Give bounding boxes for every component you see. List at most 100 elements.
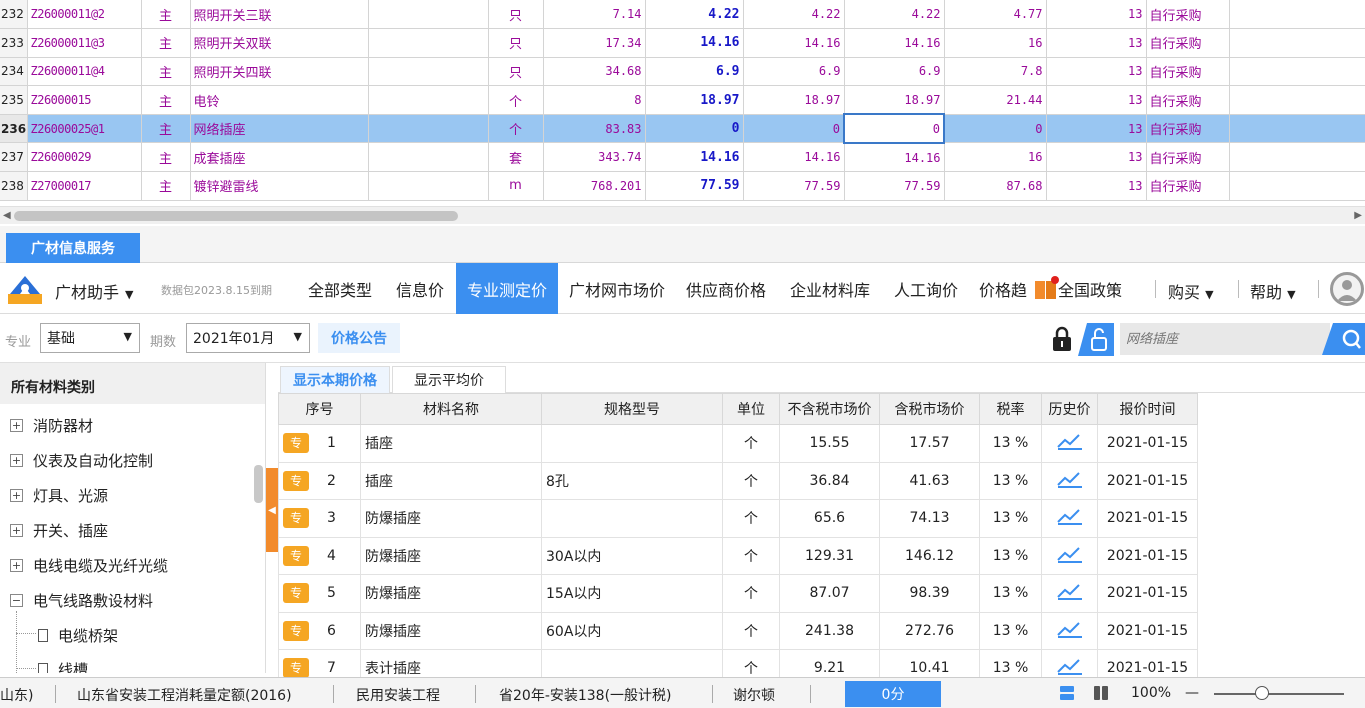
row-number[interactable]: 238: [0, 171, 28, 201]
price-row[interactable]: 专 3 防爆插座个 65.6 74.13 13 % 2021-01-15: [278, 499, 1198, 538]
grid-row[interactable]: 237 Z26000029 主成套插座套 343.74 14.16 14.16 14.16 1…: [0, 142, 1365, 173]
expand-icon[interactable]: +: [10, 489, 23, 502]
scroll-thumb[interactable]: [14, 211, 458, 221]
price-cell[interactable]: 14.16: [844, 142, 945, 173]
price-cell[interactable]: 14.16: [743, 28, 845, 58]
price-cell[interactable]: 14.16: [844, 28, 945, 58]
price-cell[interactable]: 18.97: [844, 85, 945, 115]
app-name-menu[interactable]: 广材助手 ▼: [55, 279, 133, 303]
history-chart-icon[interactable]: [1056, 470, 1083, 488]
price-cell[interactable]: 0: [645, 114, 744, 144]
horizontal-scrollbar[interactable]: ◀ ▶: [0, 206, 1365, 224]
history-cell[interactable]: [1041, 424, 1098, 463]
price-row[interactable]: 专 5 防爆插座 15A以内个 87.07 98.39 13 % 2021-01-15: [278, 574, 1198, 613]
zoom-slider-knob[interactable]: [1255, 686, 1269, 700]
major-select[interactable]: 基础 ▼: [40, 323, 140, 353]
grid-row[interactable]: 233 Z26000011@3 主照明开关双联只 17.34 14.16 14.16 14.…: [0, 28, 1365, 58]
column-header[interactable]: 序号: [278, 393, 361, 425]
category-item[interactable]: + 开关、插座: [10, 520, 108, 541]
column-header[interactable]: 税率: [979, 393, 1042, 425]
price-cell[interactable]: 4.22: [743, 0, 845, 30]
unit-cell[interactable]: 个: [488, 114, 544, 144]
row-number[interactable]: 233: [0, 28, 28, 58]
column-header[interactable]: 单位: [722, 393, 780, 425]
unit-cell[interactable]: m: [488, 171, 544, 201]
grid-row[interactable]: 236 Z26000025@1 主网络插座个 83.83 0 0 0 0 13 自行采购: [0, 113, 1365, 144]
tab-info-price[interactable]: 信息价: [385, 263, 455, 314]
row-number[interactable]: 232: [0, 0, 28, 30]
source-cell[interactable]: 自行采购: [1146, 142, 1230, 173]
category-leaf[interactable]: 线槽: [38, 659, 88, 673]
price-cell[interactable]: 6.9: [844, 57, 945, 87]
source-cell[interactable]: 自行采购: [1146, 171, 1230, 201]
price-cell[interactable]: 6.9: [645, 57, 744, 87]
price-cell[interactable]: 0: [743, 114, 845, 144]
material-name[interactable]: 成套插座: [190, 142, 369, 173]
collapse-icon[interactable]: −: [10, 594, 23, 607]
unit-cell[interactable]: 只: [488, 28, 544, 58]
history-cell[interactable]: [1041, 574, 1098, 613]
unlock-icon[interactable]: [1078, 323, 1114, 356]
search-input[interactable]: [1120, 323, 1330, 355]
tax-cell[interactable]: 13: [1046, 171, 1147, 201]
material-code[interactable]: Z26000011@4: [27, 57, 142, 87]
price-cell[interactable]: 4.77: [944, 0, 1047, 30]
material-code[interactable]: Z26000011@2: [27, 0, 142, 30]
category-item[interactable]: + 灯具、光源: [10, 485, 108, 506]
expand-icon[interactable]: +: [10, 454, 23, 467]
price-cell[interactable]: 14.16: [645, 142, 744, 173]
material-code[interactable]: Z26000011@3: [27, 28, 142, 58]
price-cell[interactable]: 18.97: [645, 85, 744, 115]
tab-national-policy[interactable]: 全国政策: [1058, 263, 1142, 314]
price-cell[interactable]: 87.68: [944, 171, 1047, 201]
category-item[interactable]: + 电线电缆及光纤光缆: [10, 555, 168, 576]
quantity-cell[interactable]: 343.74: [543, 142, 646, 173]
price-cell[interactable]: 77.59: [844, 171, 945, 201]
help-menu[interactable]: 帮助 ▼: [1250, 279, 1296, 303]
tab-professional-price[interactable]: 专业测定价: [456, 263, 558, 314]
buy-menu[interactable]: 购买 ▼: [1168, 279, 1214, 303]
column-header[interactable]: 材料名称: [360, 393, 542, 425]
price-cell[interactable]: 16: [944, 142, 1047, 173]
scroll-left-icon[interactable]: ◀: [3, 210, 11, 221]
panel-tab-guangcai[interactable]: 广材信息服务: [6, 233, 140, 263]
price-notice-button[interactable]: 价格公告: [318, 323, 400, 353]
material-type[interactable]: 主: [141, 142, 191, 173]
quantity-cell[interactable]: 7.14: [543, 0, 646, 30]
status-score[interactable]: 0分: [845, 681, 941, 707]
column-header[interactable]: 规格型号: [541, 393, 723, 425]
collapse-sidebar-button[interactable]: ◀: [266, 468, 278, 552]
price-cell[interactable]: 21.44: [944, 85, 1047, 115]
material-type[interactable]: 主: [141, 0, 191, 30]
price-cell[interactable]: 18.97: [743, 85, 845, 115]
row-number[interactable]: 237: [0, 142, 28, 173]
history-cell[interactable]: [1041, 499, 1098, 538]
tax-cell[interactable]: 13: [1046, 0, 1147, 30]
grid-row[interactable]: 234 Z26000011@4 主照明开关四联只 34.68 6.9 6.9 6.9 7.8 1…: [0, 57, 1365, 87]
tab-enterprise-library[interactable]: 企业材料库: [778, 263, 882, 314]
grid-row[interactable]: 232 Z26000011@2 主照明开关三联只 7.14 4.22 4.22 4.22 4.…: [0, 0, 1365, 30]
tax-cell[interactable]: 13: [1046, 114, 1147, 144]
material-code[interactable]: Z27000017: [27, 171, 142, 201]
material-type[interactable]: 主: [141, 114, 191, 144]
column-header[interactable]: 不含税市场价: [779, 393, 880, 425]
tax-cell[interactable]: 13: [1046, 142, 1147, 173]
expand-icon[interactable]: +: [10, 419, 23, 432]
unit-cell[interactable]: 套: [488, 142, 544, 173]
material-type[interactable]: 主: [141, 57, 191, 87]
tab-all-types[interactable]: 全部类型: [296, 263, 384, 314]
material-name[interactable]: 电铃: [190, 85, 369, 115]
material-type[interactable]: 主: [141, 28, 191, 58]
lock-icon[interactable]: [1051, 326, 1073, 352]
category-item[interactable]: − 电气线路敷设材料: [10, 590, 153, 611]
quantity-cell[interactable]: 768.201: [543, 171, 646, 201]
history-cell[interactable]: [1041, 536, 1098, 575]
row-number[interactable]: 234: [0, 57, 28, 87]
price-row[interactable]: 专 1 插座个 15.55 17.57 13 % 2021-01-15: [278, 424, 1198, 463]
expand-icon[interactable]: +: [10, 559, 23, 572]
material-name[interactable]: 照明开关三联: [190, 0, 369, 30]
price-cell[interactable]: 77.59: [645, 171, 744, 201]
material-name[interactable]: 网络插座: [190, 114, 369, 144]
quantity-cell[interactable]: 8: [543, 85, 646, 115]
zoom-slider-track[interactable]: [1214, 693, 1344, 695]
